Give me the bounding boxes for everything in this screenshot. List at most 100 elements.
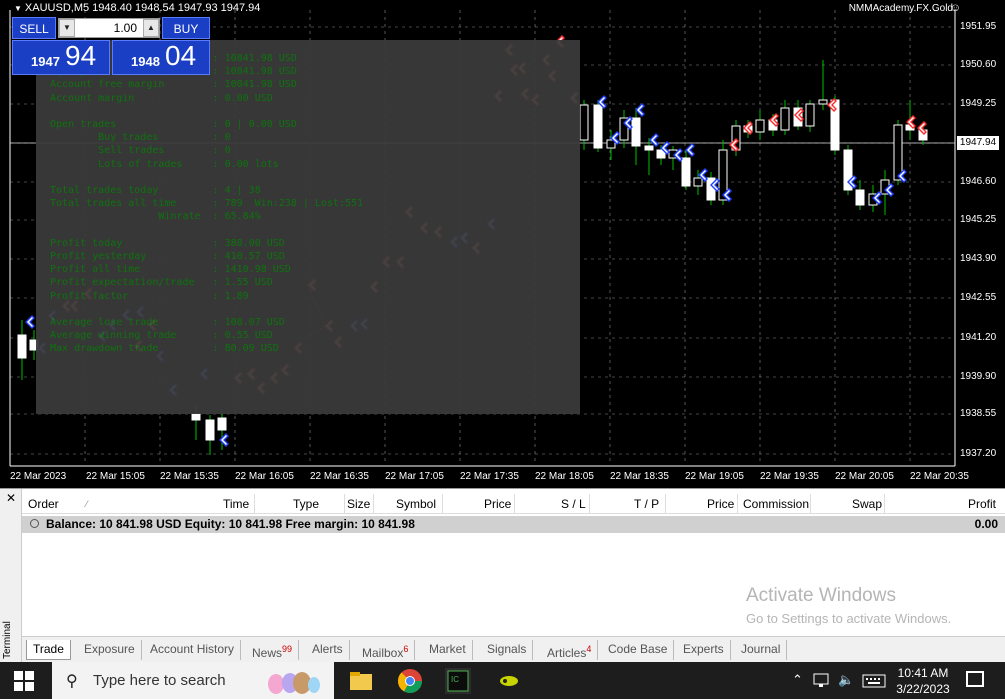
col-separator (373, 494, 374, 514)
price-axis-label: 1950.60 (960, 59, 997, 70)
col-price[interactable]: Price (484, 497, 511, 511)
col-profit[interactable]: Profit (968, 497, 996, 511)
network-icon[interactable] (812, 673, 838, 699)
price-axis-label: 1937.20 (960, 448, 997, 459)
buy-button[interactable]: BUY (162, 17, 210, 39)
clock-date: 3/22/2023 (896, 682, 950, 696)
sell-price-big: 94 (65, 40, 97, 71)
tab-experts[interactable]: Experts (677, 640, 731, 660)
price-axis-label: 1943.90 (960, 253, 997, 264)
candle-body (205, 419, 215, 441)
balance-row[interactable]: Balance: 10 841.98 USD Equity: 10 841.98… (22, 516, 1005, 533)
buy-price-button[interactable]: 1948 04 (112, 40, 210, 75)
tab-label: Mailbox (362, 646, 404, 660)
candle-body (631, 117, 641, 147)
notification-icon[interactable] (966, 671, 984, 687)
windows-icon[interactable] (14, 671, 34, 691)
sort-icon[interactable]: ⁄ (86, 499, 88, 509)
col-type[interactable]: Type (293, 497, 319, 511)
coin-icon (30, 519, 39, 528)
trade-arrow (219, 433, 229, 447)
tab-news[interactable]: News99 (246, 640, 300, 660)
tab-label: Market (429, 642, 466, 656)
activate-windows-subtitle: Go to Settings to activate Windows. (746, 611, 952, 626)
price-axis-label: 1945.25 (960, 214, 997, 225)
tab-badge: 4 (586, 644, 592, 654)
tab-account-history[interactable]: Account History (144, 640, 242, 660)
keyboard-icon[interactable] (862, 674, 888, 699)
tab-market[interactable]: Market (423, 640, 473, 660)
price-axis-label: 1941.20 (960, 332, 997, 343)
activate-windows-title: Activate Windows (746, 585, 896, 606)
ea-info-line: Profit factor : 1.89 (50, 290, 249, 302)
time-axis-label: 22 Mar 2023 (10, 471, 67, 482)
col-close-price[interactable]: Price (707, 497, 734, 511)
ea-info-line: Profit yesterday : 410.57 USD (50, 251, 285, 262)
time-axis-label: 22 Mar 19:35 (760, 471, 819, 482)
candle-body (217, 417, 227, 431)
col-commission[interactable]: Commission (743, 497, 809, 511)
candle-body (644, 145, 654, 151)
col-time[interactable]: Time (223, 497, 249, 511)
tab-badge: 99 (282, 644, 293, 654)
trade-arrow (635, 103, 645, 117)
time-axis-label: 22 Mar 17:05 (385, 471, 444, 482)
volume-up-icon[interactable]: ▲ (143, 19, 159, 37)
close-icon[interactable]: ✕ (6, 491, 16, 505)
tab-code-base[interactable]: Code Base (602, 640, 675, 660)
ea-info-line: Open trades : 0 | 0.00 USD (50, 119, 297, 130)
chevron-up-icon[interactable]: ⌃ (792, 672, 803, 688)
metatrader-icon[interactable]: IC (445, 668, 471, 694)
ea-info-line: Profit all time : 1410.98 USD (50, 264, 291, 276)
chart-window[interactable]: ▼ XAUUSD,M5 1948.40 1948.54 1947.93 1947.… (0, 0, 1005, 488)
col-separator (344, 494, 345, 514)
tab-badge: 6 (403, 644, 409, 654)
col-separator (665, 494, 666, 514)
col-size[interactable]: Size (347, 497, 370, 511)
chart-title: ▼ XAUUSD,M5 1948.40 1948.54 1947.93 1947.… (14, 2, 260, 14)
chart-title-text: XAUUSD,M5 1948.40 1948.54 1947.93 1947.9… (24, 2, 261, 14)
tab-journal[interactable]: Journal (735, 640, 788, 660)
volume-down-icon[interactable]: ▼ (59, 19, 75, 37)
col-tp[interactable]: T / P (634, 497, 659, 511)
search-input[interactable]: ⚲ Type here to search (52, 662, 334, 699)
tab-exposure[interactable]: Exposure (78, 640, 142, 660)
tab-trade[interactable]: Trade (26, 640, 71, 660)
tab-label: Trade (33, 642, 64, 656)
broker-label: NMMAcademy.FX.Gold (848, 3, 953, 14)
col-separator (442, 494, 443, 514)
col-symbol[interactable]: Symbol (396, 497, 436, 511)
price-axis-label: 1946.60 (960, 176, 997, 187)
ea-info-line: Sell trades : 0 (50, 145, 231, 157)
col-order[interactable]: Order (28, 497, 59, 511)
volume-stepper[interactable]: ▼ 1.00 ▲ (58, 18, 160, 38)
ea-info-line: Account free margin : 10841.98 USD (50, 79, 297, 91)
terminal-sidebar: ✕ Terminal (0, 489, 22, 663)
caret-down-icon[interactable]: ▼ (14, 4, 22, 13)
volume-input[interactable]: 1.00 (114, 21, 137, 35)
buy-price-small: 1948 (131, 54, 160, 69)
ea-info-line: Total trades today : 4 | 38 (50, 185, 261, 196)
tab-signals[interactable]: Signals (481, 640, 534, 660)
col-separator (254, 494, 255, 514)
tab-mailbox[interactable]: Mailbox6 (356, 640, 416, 660)
system-clock[interactable]: 10:41 AM 3/22/2023 (893, 665, 953, 697)
file-explorer-icon[interactable] (348, 668, 374, 694)
ea-info-line: Profit expectation/trade : 1.55 USD (50, 277, 273, 289)
col-sl[interactable]: S / L (561, 497, 586, 511)
col-swap[interactable]: Swap (852, 497, 882, 511)
app-icon[interactable] (496, 668, 522, 694)
buy-price-big: 04 (165, 40, 197, 71)
price-axis-label: 1951.95 (960, 21, 997, 32)
volume-icon[interactable]: 🔈 (838, 672, 854, 688)
sell-button[interactable]: SELL (12, 17, 56, 39)
chrome-icon[interactable] (397, 668, 423, 694)
sell-price-small: 1947 (31, 54, 60, 69)
tab-articles[interactable]: Articles4 (541, 640, 599, 660)
tab-alerts[interactable]: Alerts (306, 640, 350, 660)
tab-label: Code Base (608, 642, 668, 656)
candle-body (818, 99, 828, 105)
sell-price-button[interactable]: 1947 94 (12, 40, 110, 75)
candle-body (681, 157, 691, 187)
easter-eggs-icon[interactable] (262, 668, 322, 694)
